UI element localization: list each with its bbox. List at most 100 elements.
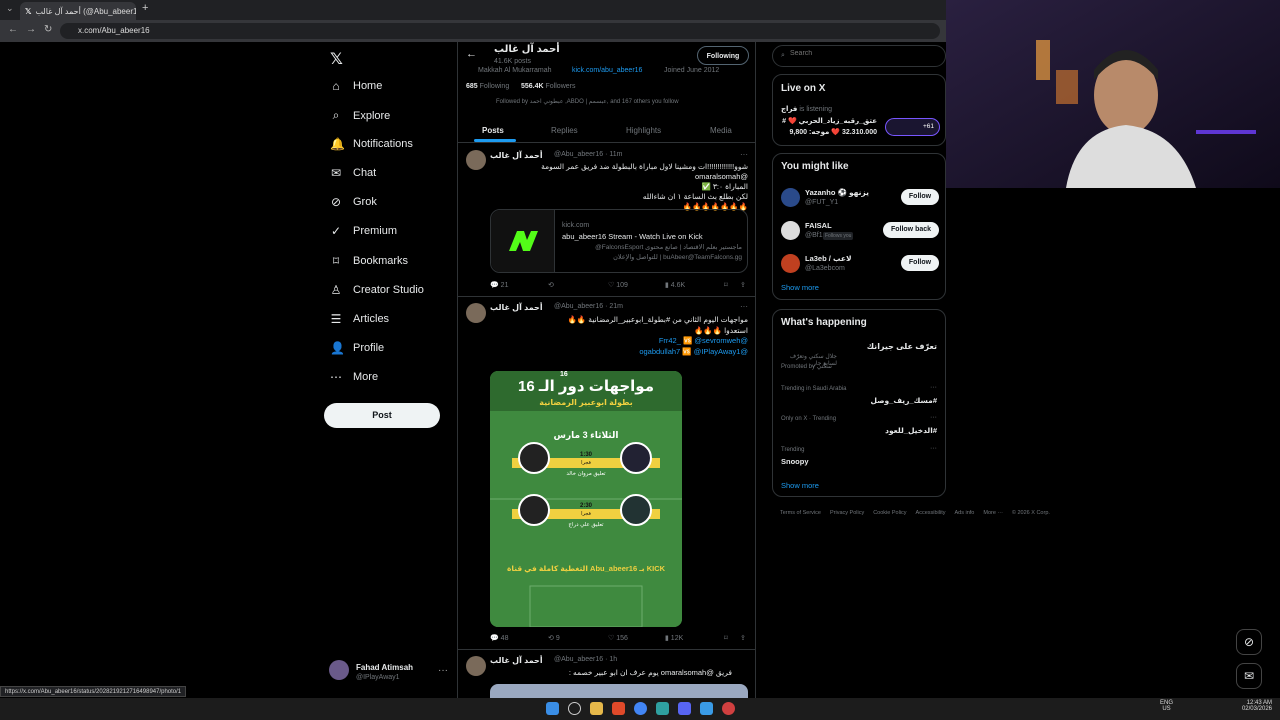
like-icon[interactable]: ♡ 109 [608,281,628,289]
suggested-user[interactable]: Yazanho ⚽ يزنهو @FUT_Y1 Follow [773,186,945,214]
tweet-author[interactable]: أحمد آل غالب [490,303,543,312]
retweet-icon[interactable]: ⟲ [548,281,554,289]
sidebar-item-more[interactable]: ⋯ More [330,370,378,384]
tweet-text-line: استعدوا 🔥🔥🔥 [694,325,748,335]
tab-highlights[interactable]: Highlights [626,126,661,135]
views-count: 4.6K [670,282,686,289]
reply-icon[interactable]: 💬 21 [490,281,508,289]
sidebar-item-premium[interactable]: ✓ Premium [330,224,397,238]
notes-icon[interactable] [656,702,669,715]
url-field[interactable]: x.com/Abu_abeer16 [60,23,940,39]
tweet-handle[interactable]: @Abu_abeer16 · 11m [554,151,622,158]
sidebar-item-grok[interactable]: ⊘ Grok [330,195,377,209]
ymk-show-more[interactable]: Show more [781,283,819,292]
discord-icon[interactable] [678,702,691,715]
x-home-logo-icon[interactable]: 𝕏 [330,49,343,69]
trend-item[interactable]: Trending in Saudi Arabia ··· #مسك_ريف_وصل [773,384,945,414]
taskbar-search-icon[interactable] [568,702,581,715]
tweet-avatar[interactable] [466,303,486,323]
reload-icon[interactable]: ↻ [44,24,52,35]
tweet-avatar[interactable] [466,656,486,676]
suggested-user[interactable]: FAISAL @Bf1 Follows you Follow back [773,219,945,247]
footer-link[interactable]: Ads info [954,510,974,516]
tweet-handle[interactable]: @Abu_abeer16 · 1h [554,656,617,663]
sidebar-item-profile[interactable]: 👤 Profile [330,341,384,355]
app-icon[interactable] [700,702,713,715]
tweet-author[interactable]: أحمد آل غالب [490,151,543,160]
footer-link[interactable]: Terms of Service [780,510,821,516]
happening-show-more[interactable]: Show more [781,481,819,490]
live-topic[interactable]: عتق_رقبه_زياد_الحربي ❤️ # [781,117,877,125]
following-stat[interactable]: 685 Following [466,83,509,90]
tab-media[interactable]: Media [710,126,732,135]
sidebar-item-chat[interactable]: ✉ Chat [330,166,376,180]
sidebar-item-home[interactable]: ⌂ Home [330,79,382,93]
tab-list-icon[interactable]: ⌄ [6,3,14,14]
new-tab-icon[interactable]: + [142,2,148,14]
views-icon[interactable]: ▮ 12K [665,634,683,642]
footer-link[interactable]: Privacy Policy [830,510,864,516]
footer-link[interactable]: More ··· [983,510,1003,516]
trend-more-icon[interactable]: ··· [930,384,937,391]
footer-link[interactable]: Accessibility [916,510,946,516]
profile-link[interactable]: kick.com/abu_abeer16 [572,67,642,74]
trend-item[interactable]: تعرّف على جيرانك جلال سكني وتعرّف لسابع ج… [773,338,945,370]
follow-button[interactable]: Follow back [883,222,939,238]
grok-float-icon[interactable]: ⊘ [1236,629,1262,655]
back-icon[interactable]: ← [8,24,18,35]
obs-icon[interactable] [722,702,735,715]
post-button[interactable]: Post [324,403,440,428]
file-explorer-icon[interactable] [590,702,603,715]
search-input[interactable] [790,50,940,57]
sidebar-item-explore[interactable]: ⌕ Explore [330,108,391,123]
trend-item[interactable]: Only on X · Trending ··· #الدخيل_للعود [773,414,945,444]
trend-more-icon[interactable]: ··· [930,414,937,421]
tweet-more-icon[interactable]: ··· [740,302,748,311]
bookmark-icon[interactable]: ⌑ [724,634,728,642]
following-button[interactable]: Following [697,46,749,65]
suggested-user[interactable]: La3eb / لاعب @La3ebcom Follow [773,252,945,280]
trend-more-icon[interactable]: ··· [930,445,937,452]
views-icon[interactable]: ▮ 4.6K [665,281,685,289]
tweet-handle[interactable]: @Abu_abeer16 · 21m [554,303,623,310]
live-listeners[interactable]: +61 [885,118,940,136]
tweet-avatar[interactable] [466,150,486,170]
follow-button[interactable]: Follow [901,255,939,271]
language-indicator[interactable]: ENG US [1160,700,1173,712]
retweet-icon[interactable]: ⟲ 9 [548,634,560,642]
account-more-icon[interactable]: ··· [438,665,448,676]
chrome-icon[interactable] [634,702,647,715]
share-icon[interactable]: ⇪ [740,634,746,642]
sidebar-item-bookmarks[interactable]: ⌑ Bookmarks [330,254,408,268]
sidebar-item-creator-studio[interactable]: ♙ Creator Studio [330,283,424,297]
footer-link[interactable]: © 2026 X Corp. [1012,510,1050,516]
search-box[interactable]: ⌕ [772,45,946,67]
link-card[interactable]: kick.com abu_abeer16 Stream - Watch Live… [490,209,748,273]
chat-float-icon[interactable]: ✉ [1236,663,1262,689]
tab-posts[interactable]: Posts [482,126,504,135]
tweet-more-icon[interactable]: ··· [740,150,748,159]
followed-by-text[interactable]: Followed by عبطوني احمد ,ABDO | عبسمم, a… [496,98,679,105]
browser-tab[interactable]: 𝕏 أحمد آل غالب (@Abu_abeer16) / X ✕ [20,2,136,20]
start-icon[interactable] [546,702,559,715]
bookmark-icon[interactable]: ⌑ [724,281,728,289]
brave-icon[interactable] [612,702,625,715]
share-icon[interactable]: ⇪ [740,281,746,289]
sidebar-item-notifications[interactable]: 🔔 Notifications [330,137,413,151]
tab-replies[interactable]: Replies [551,126,578,135]
account-avatar[interactable] [329,660,349,680]
follow-button[interactable]: Follow [901,189,939,205]
reply-icon[interactable]: 💬 48 [490,634,508,642]
trend-item[interactable]: Trending ··· Snoopy [773,445,945,475]
followers-stat[interactable]: 556.4K Followers [521,83,575,90]
clock[interactable]: 12:43 AM 02/03/2026 [1238,700,1272,712]
tweet-media-preview[interactable] [490,684,748,698]
like-icon[interactable]: ♡ 156 [608,634,628,642]
back-arrow-icon[interactable]: ← [466,48,477,60]
live-host[interactable]: فراج is listening [781,105,832,113]
tweet-image-bracket[interactable]: 16 مواجهات دور الـ 16 بطولة ابوعبير الرم… [490,371,682,627]
sidebar-item-articles[interactable]: ☰ Articles [330,312,389,326]
footer-link[interactable]: Cookie Policy [873,510,906,516]
forward-icon[interactable]: → [26,24,36,35]
tweet-author[interactable]: أحمد آل غالب [490,656,543,665]
